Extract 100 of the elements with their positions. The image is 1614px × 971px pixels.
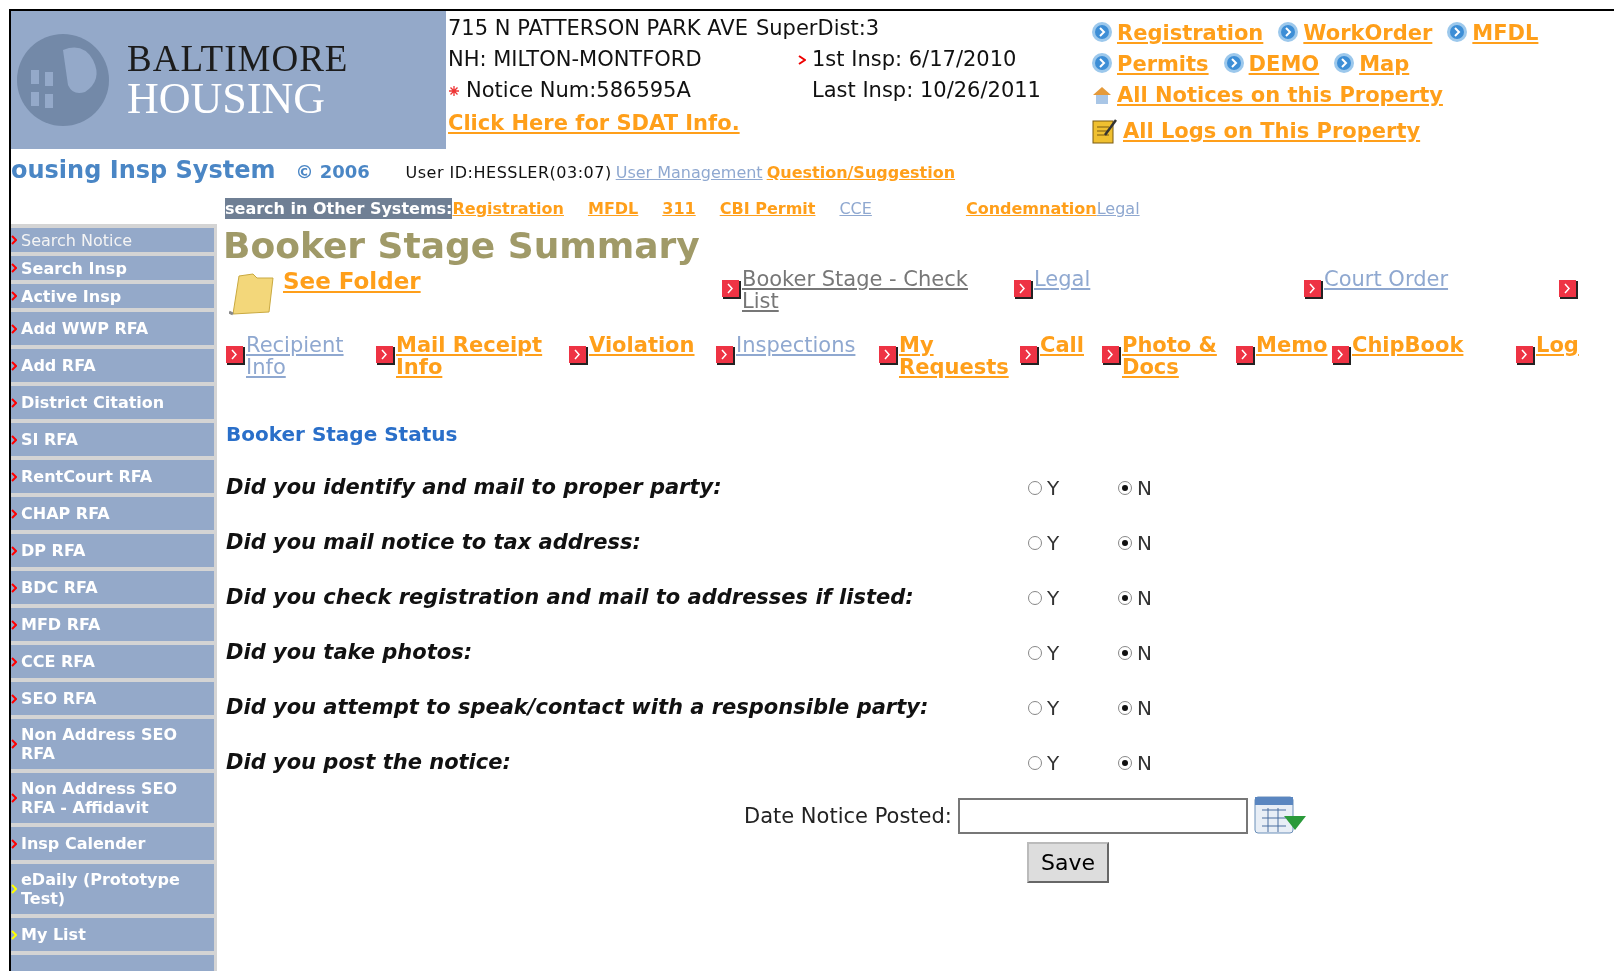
- question-text: Did you post the notice:: [226, 749, 512, 776]
- sidebar-item[interactable]: Search Insp: [11, 256, 214, 280]
- quick-link[interactable]: Map: [1359, 51, 1410, 76]
- radio-button[interactable]: [1027, 589, 1043, 606]
- nav-link[interactable]: Recipient Info: [246, 334, 376, 378]
- other-system-link[interactable]: CCE: [839, 198, 872, 218]
- nav-link[interactable]: My Requests: [899, 334, 1020, 378]
- all-logs-link[interactable]: All Logs on This Property: [1123, 119, 1421, 143]
- app-title: ousing Insp System: [11, 156, 276, 184]
- sidebar-item[interactable]: Add RFA: [11, 349, 214, 382]
- sidebar-item[interactable]: SEO RFA: [11, 682, 214, 715]
- sidebar-item[interactable]: MFD RFA: [11, 608, 214, 641]
- other-system-link[interactable]: 311: [662, 198, 696, 218]
- radio-button[interactable]: [1117, 589, 1133, 606]
- sidebar-item[interactable]: CHAP RFA: [11, 497, 214, 530]
- nav-link[interactable]: ChipBook: [1352, 334, 1464, 356]
- sidebar-item[interactable]: SI RFA: [11, 423, 214, 456]
- radio-button[interactable]: [1117, 699, 1133, 716]
- bullet-icon: [1222, 51, 1245, 74]
- question-text: Did you mail notice to tax address:: [226, 529, 642, 556]
- radio-button[interactable]: [1027, 699, 1043, 716]
- address-text: 715 N PATTERSON PARK AVE: [448, 15, 748, 42]
- user-id-text: User ID:HESSLER(03:07): [405, 163, 612, 182]
- nav-link[interactable]: Legal: [1034, 268, 1091, 290]
- arrow-button-icon: [1304, 280, 1324, 300]
- quick-link[interactable]: Registration: [1117, 20, 1264, 45]
- quick-link[interactable]: MFDL: [1472, 20, 1539, 45]
- radio-label: N: [1137, 530, 1152, 555]
- quick-link[interactable]: Permits: [1117, 51, 1209, 76]
- radio-button[interactable]: [1027, 534, 1043, 551]
- sdat-link[interactable]: Click Here for SDAT Info.: [448, 108, 1091, 139]
- nav-link[interactable]: Photo & Docs: [1122, 334, 1236, 378]
- radio-button[interactable]: [1117, 644, 1133, 661]
- nav-link[interactable]: Memo: [1256, 334, 1328, 356]
- arrow-button-icon: [226, 346, 246, 366]
- arrow-button-icon: [1516, 346, 1536, 366]
- other-system-link[interactable]: Registration: [452, 198, 564, 218]
- sidebar-item[interactable]: BDC RFA: [11, 571, 214, 604]
- sidebar-item[interactable]: Non Address SEO RFA: [11, 719, 214, 769]
- radio-label: Y: [1047, 640, 1060, 665]
- sidebar-item[interactable]: RentCourt RFA: [11, 460, 214, 493]
- sidebar-item[interactable]: eDaily (Prototype Test): [11, 864, 214, 914]
- radio-button[interactable]: [1117, 754, 1133, 771]
- nav-link[interactable]: Court Order: [1324, 268, 1449, 290]
- see-folder-link[interactable]: See Folder: [283, 268, 421, 294]
- nav-link[interactable]: Booker Stage - Check List: [742, 268, 1004, 312]
- radio-button[interactable]: [1117, 479, 1133, 496]
- sidebar-item[interactable]: District Citation: [11, 386, 214, 419]
- quick-link[interactable]: WorkOrder: [1303, 20, 1433, 45]
- quick-link[interactable]: DEMO: [1248, 51, 1320, 76]
- radio-button[interactable]: [1117, 534, 1133, 551]
- bullet-icon: [1446, 20, 1469, 43]
- sidebar-item[interactable]: Insp Calender: [11, 827, 214, 860]
- arrow-button-icon: [1102, 346, 1122, 366]
- calendar-icon[interactable]: [1253, 796, 1308, 836]
- page-title: Booker Stage Summary: [223, 224, 701, 268]
- radio-label: N: [1137, 750, 1152, 775]
- sidebar-item[interactable]: Search Notice: [11, 228, 214, 252]
- sidebar-item[interactable]: CCE RFA: [11, 645, 214, 678]
- date-field[interactable]: [957, 798, 1248, 834]
- neighborhood-text: NH: MILTON-MONTFORD: [448, 46, 703, 73]
- all-notices-link[interactable]: All Notices on this Property: [1117, 82, 1443, 107]
- user-management-link[interactable]: User Management: [615, 163, 763, 182]
- other-system-link[interactable]: MFDL: [587, 198, 639, 218]
- bullet-icon: [1277, 20, 1300, 43]
- nav-link[interactable]: Call: [1040, 334, 1084, 356]
- logo-text: HOUSING: [127, 76, 326, 121]
- radio-label: Y: [1047, 530, 1060, 555]
- sidebar-item[interactable]: Non Address SEO RFA - Affidavit: [11, 773, 214, 823]
- notepad-icon: [1091, 117, 1119, 145]
- nav-link[interactable]: Log: [1536, 334, 1579, 356]
- arrow-button-icon: [1014, 280, 1034, 300]
- nav-link[interactable]: Mail Receipt Info: [396, 334, 569, 378]
- question-link[interactable]: Question/Suggestion: [766, 163, 956, 182]
- other-system-link[interactable]: Legal: [1096, 198, 1140, 218]
- radio-button[interactable]: [1027, 754, 1043, 771]
- question-text: Did you take photos:: [226, 639, 474, 666]
- arrow-button-icon: [722, 280, 742, 300]
- bullet-icon: [1091, 51, 1113, 74]
- radio-button[interactable]: [1027, 644, 1043, 661]
- section-heading: Booker Stage Status: [226, 422, 459, 446]
- other-system-link[interactable]: CBI Permit: [719, 198, 816, 218]
- nav-link[interactable]: Violation: [589, 334, 695, 356]
- arrow-button-icon: [879, 346, 899, 366]
- question-text: Did you identify and mail to proper party:: [226, 474, 723, 501]
- asterisk-icon: [448, 84, 460, 97]
- radio-label: Y: [1047, 585, 1060, 610]
- arrow-button-icon: [376, 346, 396, 366]
- save-button[interactable]: Save: [1027, 842, 1109, 883]
- other-system-link[interactable]: Condemnation: [965, 198, 1097, 218]
- nav-link[interactable]: Inspections: [736, 334, 856, 356]
- sidebar-item[interactable]: My List: [11, 918, 214, 951]
- sidebar-item[interactable]: Active Insp: [11, 284, 214, 308]
- arrow-button-icon: [1332, 346, 1352, 366]
- sidebar-item[interactable]: DP RFA: [11, 534, 214, 567]
- super-district-text: SuperDist:3: [755, 15, 880, 42]
- radio-button[interactable]: [1027, 479, 1043, 496]
- arrow-button-icon: [569, 346, 589, 366]
- sidebar-item[interactable]: Add WWP RFA: [11, 312, 214, 345]
- radio-label: N: [1137, 475, 1152, 500]
